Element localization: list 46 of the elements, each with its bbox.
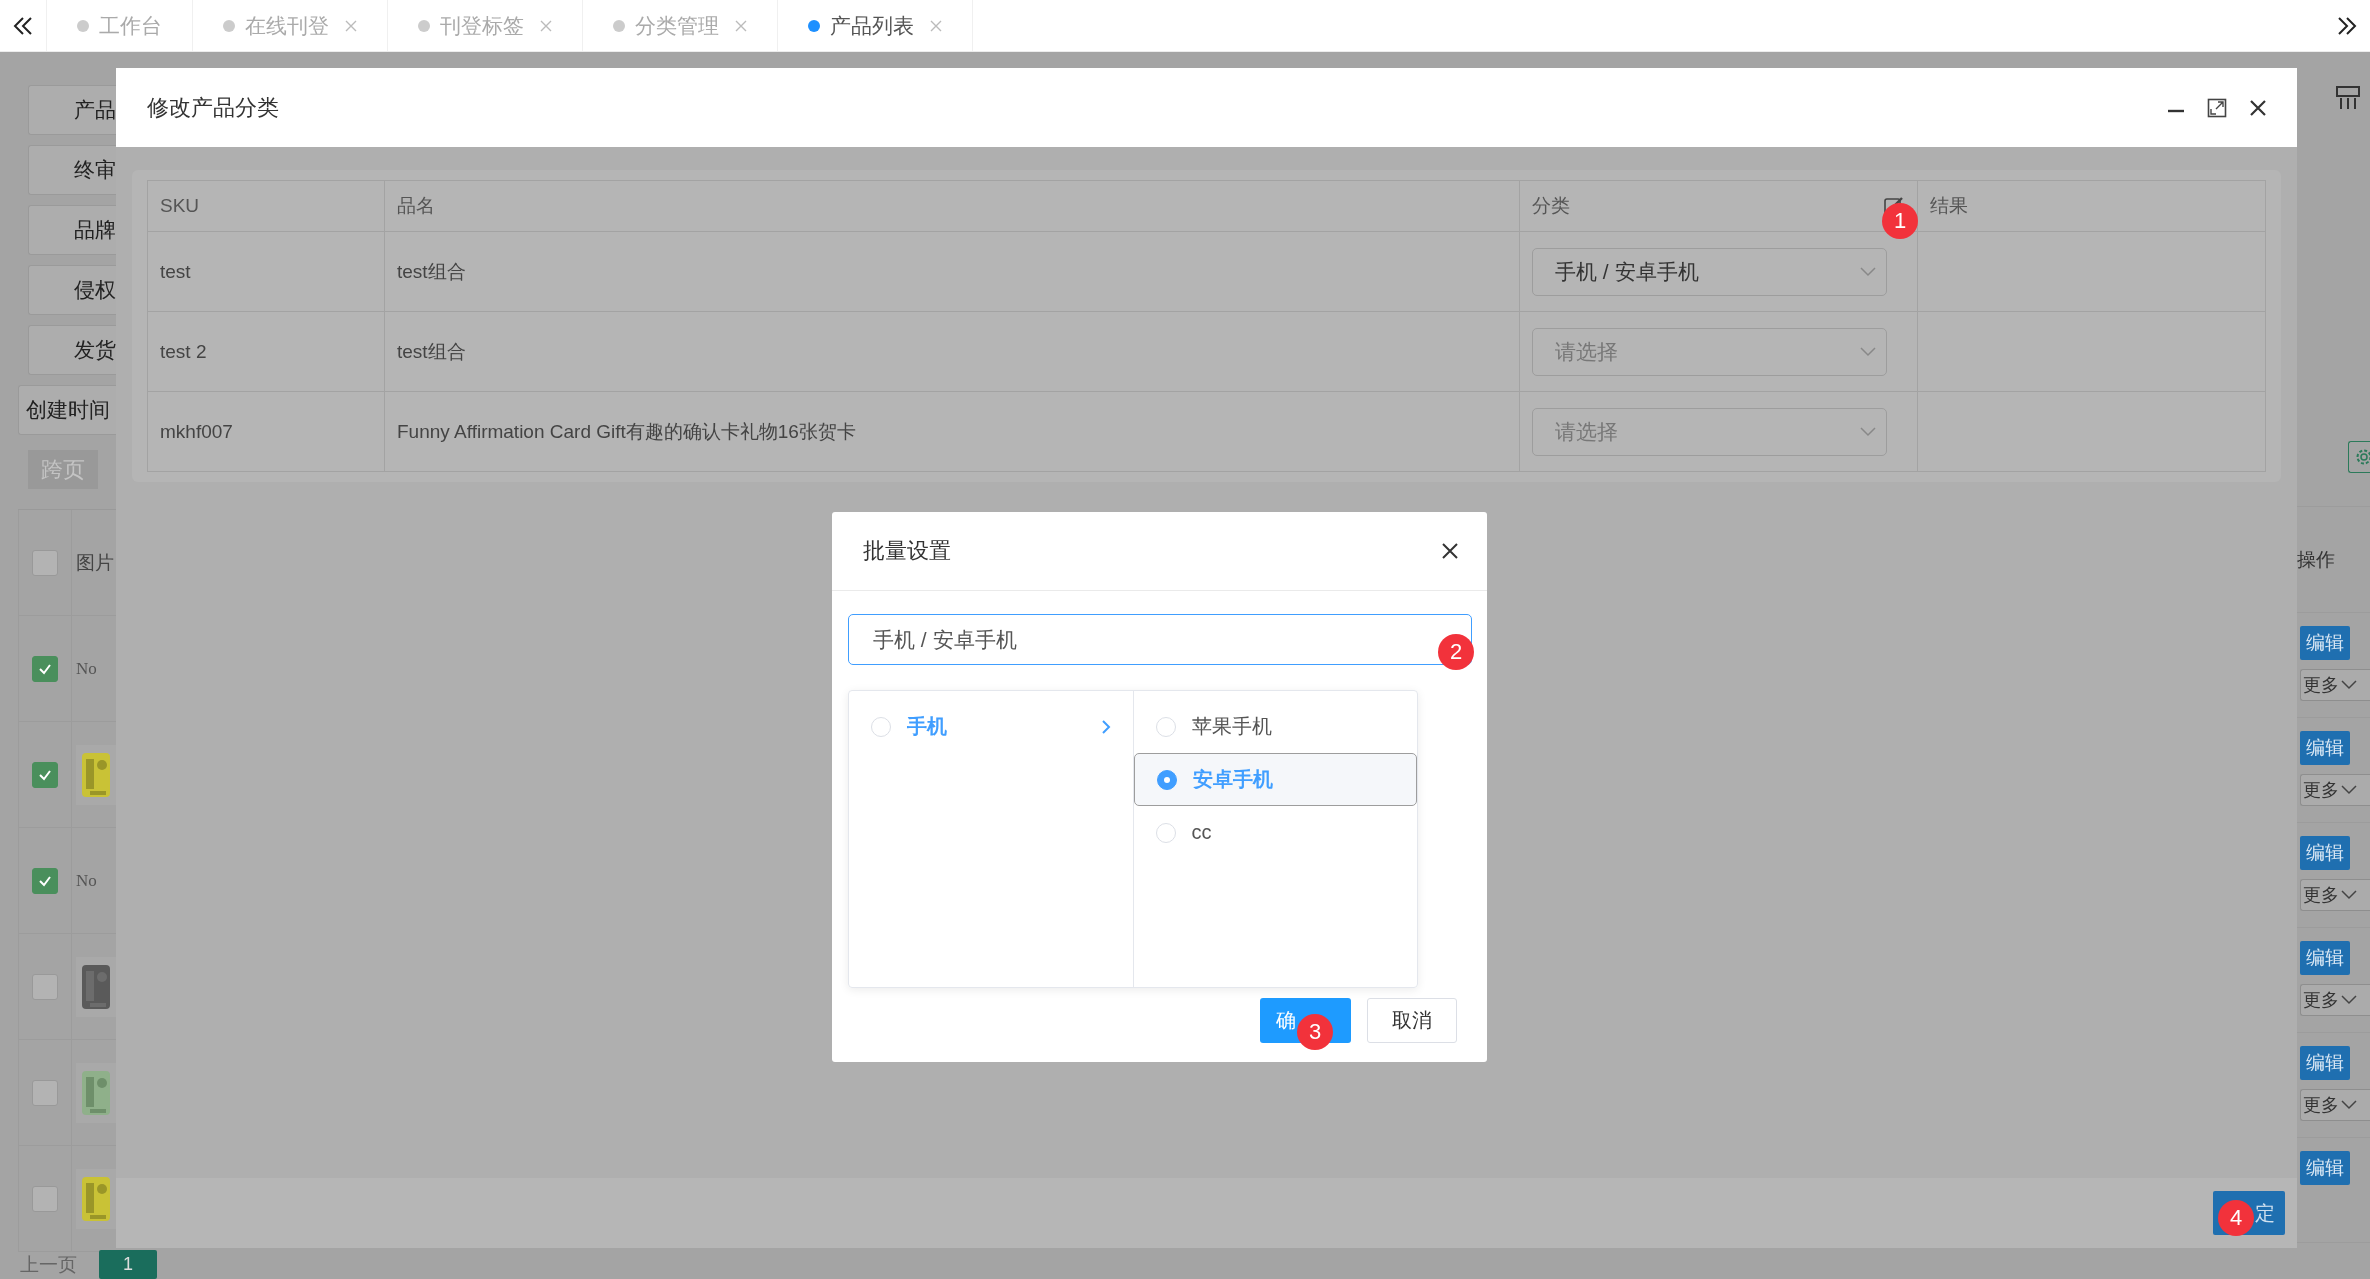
previous-page-link[interactable]: 上一页 <box>20 1251 77 1278</box>
table-cell: Funny Affirmation Card Gift有趣的确认卡礼物16张贺卡 <box>397 420 856 442</box>
filter-label: 侵权 <box>28 265 116 315</box>
column-header: 品名 <box>397 194 435 218</box>
more-dropdown[interactable]: 更多 <box>2300 774 2370 806</box>
edit-button[interactable]: 编辑 <box>2300 731 2350 765</box>
tab[interactable]: 在线刊登 <box>193 0 388 51</box>
filter-label: 终审 <box>28 145 116 195</box>
edit-button[interactable]: 编辑 <box>2300 941 2350 975</box>
dialog-title: 批量设置 <box>863 537 951 565</box>
tab[interactable]: 刊登标签 <box>388 0 583 51</box>
cancel-button[interactable]: 取消 <box>1367 998 1457 1043</box>
filter-label: 发货 <box>28 325 116 375</box>
cascader-option[interactable]: 苹果手机 <box>1133 700 1417 753</box>
column-header: 操作 <box>2297 547 2335 572</box>
cascader-option[interactable]: cc <box>1133 806 1417 859</box>
filter-label: 创建时间 <box>18 385 116 435</box>
more-dropdown[interactable]: 更多 <box>2300 984 2370 1016</box>
more-dropdown[interactable]: 更多 <box>2300 879 2370 911</box>
column-header: 分类 <box>1532 194 1570 218</box>
column-header: SKU <box>160 195 200 217</box>
table-cell: test组合 <box>397 260 466 282</box>
tab[interactable]: 工作台 <box>46 0 193 51</box>
column-header: 结果 <box>1930 194 1968 218</box>
table-cell: test 2 <box>160 340 207 362</box>
table-cell: mkhf007 <box>160 420 233 442</box>
tab[interactable]: 分类管理 <box>583 0 778 51</box>
more-dropdown[interactable]: 更多 <box>2300 669 2370 701</box>
filter-label: 品牌 <box>28 205 116 255</box>
category-select[interactable]: 手机 / 安卓手机 <box>1532 247 1887 296</box>
edit-button[interactable]: 编辑 <box>2300 836 2350 870</box>
edit-button[interactable]: 编辑 <box>2300 1046 2350 1080</box>
edit-button[interactable]: 编辑 <box>2300 1151 2350 1185</box>
tab[interactable]: 产品列表 <box>778 0 973 51</box>
column-header: 图片 <box>76 550 114 575</box>
table-cell: test组合 <box>397 340 466 362</box>
edit-button[interactable]: 编辑 <box>2300 626 2350 660</box>
filter-label: 产品 <box>28 85 116 135</box>
table-cell: test <box>160 260 191 282</box>
cascader-option[interactable]: 安卓手机 <box>1133 753 1417 806</box>
no-image-text: No <box>76 658 97 679</box>
more-dropdown[interactable]: 更多 <box>2300 1089 2370 1121</box>
page-button[interactable]: 1 <box>99 1250 157 1279</box>
cascader-option[interactable]: 手机 <box>849 700 1133 753</box>
no-image-text: No <box>76 870 97 891</box>
dialog-title: 修改产品分类 <box>147 93 279 122</box>
